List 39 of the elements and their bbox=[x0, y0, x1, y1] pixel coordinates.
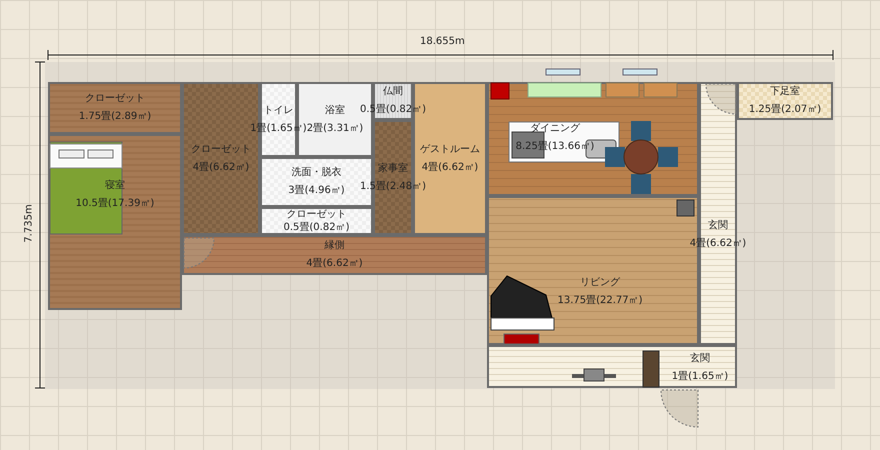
room-area: 4畳(6.62㎡) bbox=[306, 258, 363, 270]
room-name: リビング bbox=[580, 277, 620, 289]
room-floor[interactable] bbox=[260, 207, 373, 235]
room-area: 10.5畳(17.39㎡) bbox=[76, 198, 154, 210]
room-area: 0.5畳(0.82㎡) bbox=[284, 222, 350, 233]
room-area: 3畳(4.96㎡) bbox=[288, 185, 345, 197]
room-area: 13.75畳(22.77㎡) bbox=[557, 295, 643, 307]
room-name: 下足室 bbox=[770, 86, 800, 98]
room-area: 1.25畳(2.07㎡) bbox=[748, 104, 822, 116]
room-floor[interactable] bbox=[737, 82, 833, 120]
room-area: 2畳(3.31㎡) bbox=[306, 122, 364, 134]
room-name: ダイニング bbox=[530, 123, 580, 135]
room-name: 玄関 bbox=[708, 220, 728, 232]
room-area: 4畳(6.62㎡) bbox=[422, 162, 478, 174]
window-icon bbox=[546, 68, 580, 76]
depth-dimension: 7.735m bbox=[24, 204, 35, 243]
room-floor[interactable] bbox=[487, 345, 737, 388]
width-dimension: 18.655m bbox=[420, 36, 465, 47]
room-name: 玄関 bbox=[690, 353, 710, 365]
room-name: 浴室 bbox=[325, 104, 345, 116]
room-name: 家事室 bbox=[378, 162, 408, 174]
door-swing-drawing bbox=[660, 390, 698, 428]
room-name: クローゼット bbox=[85, 93, 145, 105]
room-name: 仏間 bbox=[383, 86, 403, 98]
room-area: 1畳(1.65㎡) bbox=[672, 371, 728, 383]
room-name: クローゼット bbox=[286, 209, 346, 220]
shoe-cabinet-drawing bbox=[642, 350, 660, 388]
room-name: ゲストルーム bbox=[420, 144, 480, 156]
door-swing-drawing bbox=[184, 238, 214, 268]
piano-drawing bbox=[490, 275, 554, 344]
door-swing-drawing bbox=[706, 84, 736, 114]
room-area: 1.75畳(2.89㎡) bbox=[78, 111, 152, 123]
window-icon bbox=[622, 68, 658, 76]
room-name: 洗面・脱衣 bbox=[292, 167, 342, 179]
room-name: トイレ bbox=[264, 104, 294, 116]
room-name: クローゼット bbox=[191, 144, 251, 156]
room-name: 寝室 bbox=[105, 180, 125, 192]
room-name: 縁側 bbox=[324, 240, 344, 252]
room-area: 4畳(6.62㎡) bbox=[192, 162, 250, 174]
